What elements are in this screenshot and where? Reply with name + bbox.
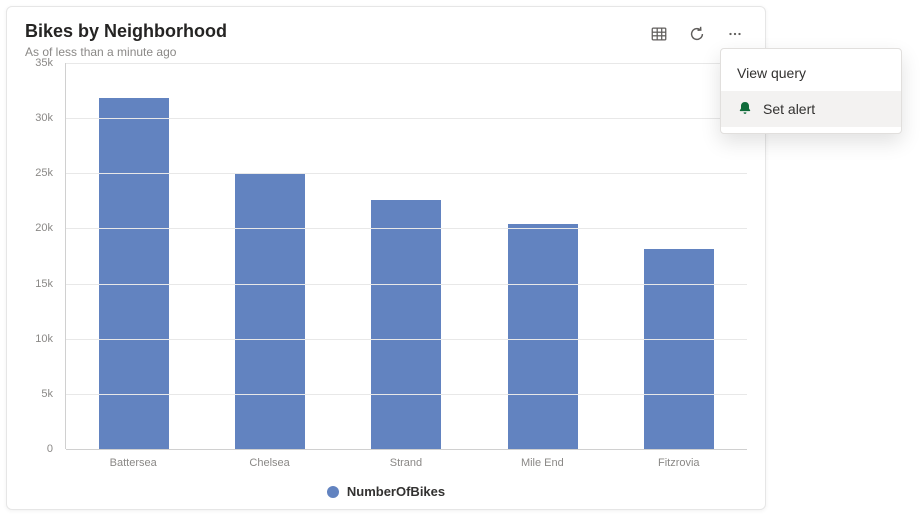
refresh-button[interactable]	[685, 23, 709, 47]
refresh-icon	[688, 25, 706, 46]
legend-color-dot	[327, 486, 339, 498]
menu-item-label: View query	[737, 65, 806, 81]
grid-line	[66, 339, 747, 340]
menu-item-label: Set alert	[763, 101, 815, 117]
bar[interactable]	[235, 174, 305, 449]
plot-area	[65, 63, 747, 449]
grid-line	[66, 284, 747, 285]
grid-line	[66, 394, 747, 395]
y-tick-label: 15k	[35, 278, 53, 290]
table-icon	[650, 25, 668, 46]
menu-item-set-alert[interactable]: Set alert	[721, 91, 901, 127]
menu-item-view-query[interactable]: View query	[721, 55, 901, 91]
x-tick-label: Chelsea	[235, 457, 305, 469]
bar[interactable]	[644, 249, 714, 449]
x-tick-label: Fitzrovia	[644, 457, 714, 469]
chart-card: Bikes by Neighborhood As of less than a …	[6, 6, 766, 510]
x-axis-labels: Battersea Chelsea Strand Mile End Fitzrovia	[65, 457, 747, 469]
x-tick-label: Battersea	[98, 457, 168, 469]
y-tick-label: 30k	[35, 112, 53, 124]
ellipsis-icon	[726, 25, 744, 46]
grid-line	[66, 228, 747, 229]
table-view-button[interactable]	[647, 23, 671, 47]
card-header: Bikes by Neighborhood As of less than a …	[25, 21, 747, 59]
grid-line	[66, 449, 747, 450]
bar[interactable]	[371, 200, 441, 449]
y-tick-label: 5k	[41, 388, 53, 400]
card-title: Bikes by Neighborhood	[25, 21, 227, 43]
x-tick-label: Strand	[371, 457, 441, 469]
card-toolbar	[647, 21, 747, 47]
grid-line	[66, 63, 747, 64]
y-tick-label: 20k	[35, 222, 53, 234]
grid-line	[66, 118, 747, 119]
y-tick-label: 35k	[35, 57, 53, 69]
x-tick-label: Mile End	[507, 457, 577, 469]
y-tick-label: 25k	[35, 167, 53, 179]
chart-legend: NumberOfBikes	[7, 484, 765, 499]
legend-label: NumberOfBikes	[347, 484, 445, 499]
bar[interactable]	[508, 224, 578, 449]
card-subtitle: As of less than a minute ago	[25, 45, 227, 59]
chart-area: 05k10k15k20k25k30k35k BatterseaChelseaSt…	[25, 63, 747, 449]
y-axis: 05k10k15k20k25k30k35k	[25, 63, 59, 449]
grid-line	[66, 173, 747, 174]
more-options-button[interactable]	[723, 23, 747, 47]
y-tick-label: 10k	[35, 333, 53, 345]
y-tick-label: 0	[47, 443, 53, 455]
more-options-menu: View query Set alert	[720, 48, 902, 134]
bars-container	[66, 63, 747, 449]
bar[interactable]	[99, 98, 169, 449]
bell-icon	[737, 100, 753, 119]
title-block: Bikes by Neighborhood As of less than a …	[25, 21, 227, 59]
